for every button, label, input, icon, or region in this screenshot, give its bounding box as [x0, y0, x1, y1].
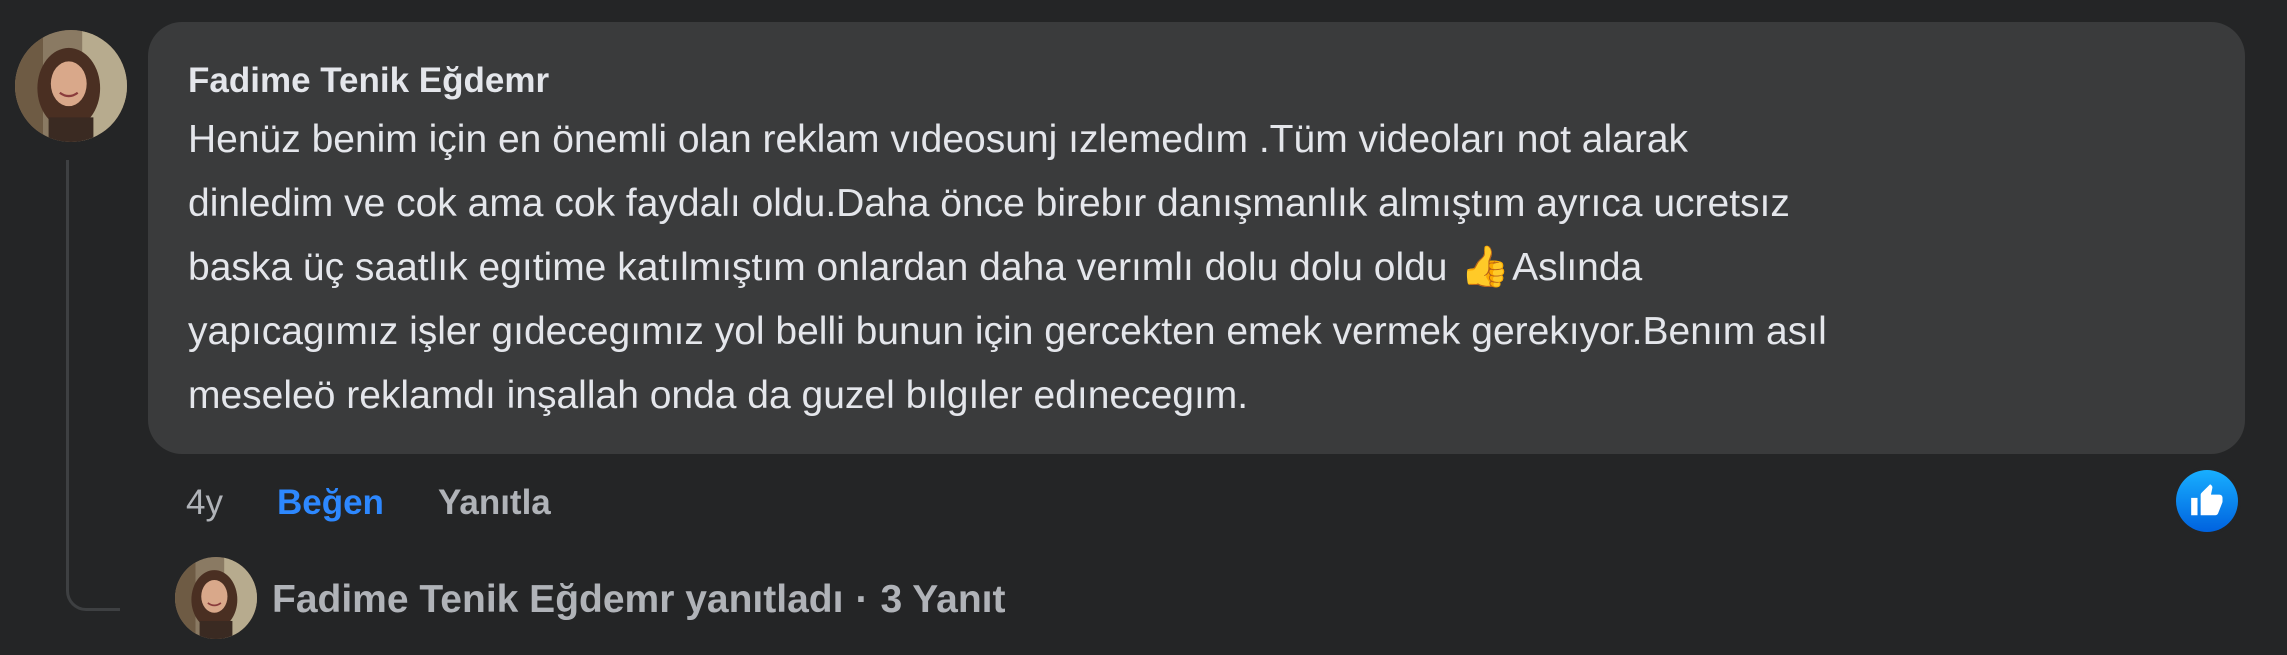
- replies-separator: ·: [855, 578, 869, 621]
- comment-thread: Fadime Tenik Eğdemr Henüz benim için en …: [0, 0, 2287, 655]
- replies-count: 3 Yanıt: [880, 578, 1006, 621]
- thumbs-up-emoji-icon: 👍: [1460, 245, 1511, 289]
- comment-text-line: yapıcagımız işler gıdecegımız yol belli …: [188, 310, 1827, 353]
- thumbs-up-icon: [2191, 484, 2223, 516]
- replies-author: Fadime Tenik Eğdemr: [272, 578, 675, 621]
- comment-text: Henüz benim için en önemli olan reklam v…: [188, 108, 2205, 428]
- comment-author[interactable]: Fadime Tenik Eğdemr: [188, 58, 2205, 104]
- view-replies-link[interactable]: Fadime Tenik Eğdemr yanıtladı · 3 Yanıt: [272, 570, 1005, 630]
- avatar-photo: [15, 30, 127, 142]
- comment-text-line: Aslında: [1512, 246, 1643, 289]
- reply-button[interactable]: Yanıtla: [438, 483, 551, 523]
- comment-timestamp[interactable]: 4y: [186, 483, 223, 523]
- comment-bubble: Fadime Tenik Eğdemr Henüz benim için en …: [148, 22, 2245, 454]
- reply-avatar-photo: [175, 557, 257, 639]
- like-reaction-icon[interactable]: [2176, 470, 2238, 532]
- replies-verb: yanıtladı: [685, 578, 844, 621]
- comment-actions: 4y Beğen Yanıtla: [186, 477, 551, 529]
- comment-text-line: meseleö reklamdı inşallah onda da guzel …: [188, 374, 1249, 417]
- reply-avatar[interactable]: [175, 557, 257, 639]
- comment-text-line: Henüz benim için en önemli olan reklam v…: [188, 118, 1689, 161]
- like-button[interactable]: Beğen: [277, 483, 384, 523]
- comment-text-line: dinledim ve cok ama cok faydalı oldu.Dah…: [188, 182, 1790, 225]
- thread-connector-line: [66, 160, 120, 611]
- comment-text-line: baska üç saatlık egıtime katılmıştım onl…: [188, 246, 1448, 289]
- avatar[interactable]: [15, 30, 127, 142]
